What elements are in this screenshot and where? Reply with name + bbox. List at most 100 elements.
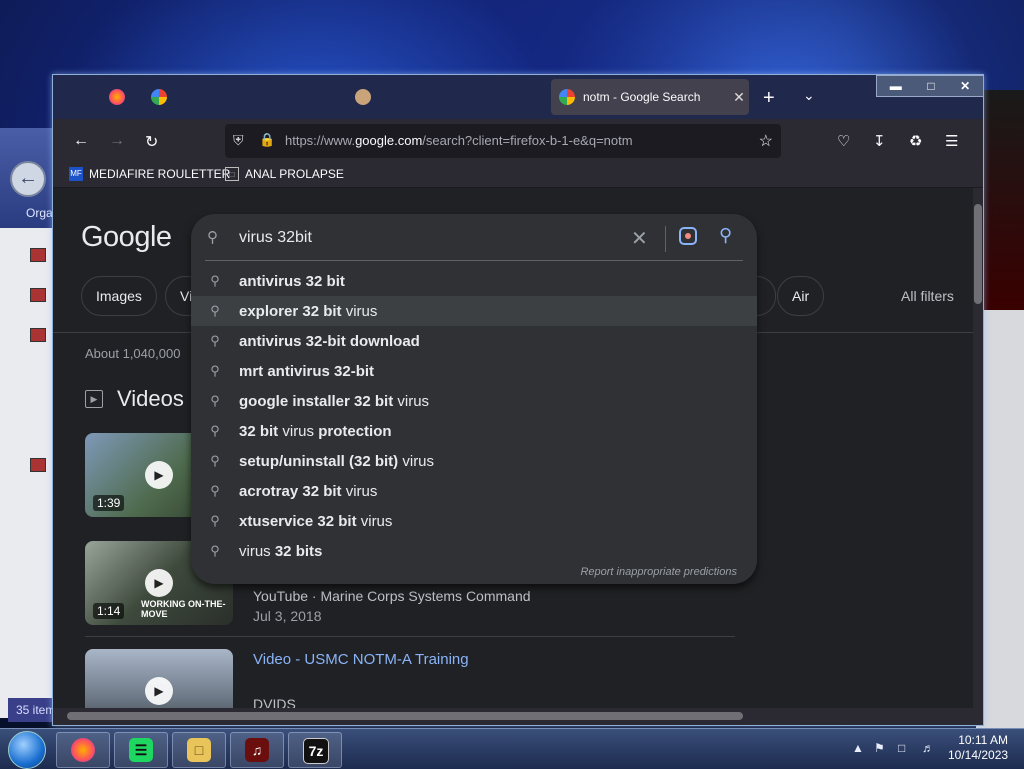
tab-firefox[interactable] — [109, 79, 125, 115]
page-content: Google Images Vi Air All filters About 1… — [53, 188, 973, 708]
search-submit-icon[interactable]: ⚲ — [719, 225, 732, 246]
minimize-icon[interactable]: ▬ — [890, 79, 902, 93]
lens-icon[interactable] — [679, 227, 697, 245]
video-source: DVIDS — [253, 696, 296, 708]
bookmark-item[interactable]: □ ANAL PROLAPSE — [225, 167, 344, 181]
divider — [85, 636, 735, 637]
tab-active[interactable]: notm - Google Search ✕ — [551, 79, 749, 115]
tab-title: notm - Google Search — [583, 90, 701, 104]
chip-images[interactable]: Images — [81, 276, 157, 316]
bookmark-item[interactable]: MF MEDIAFIRE ROULETTER — [69, 167, 230, 181]
start-button[interactable] — [8, 731, 46, 769]
flag-icon[interactable]: ⚑ — [874, 741, 885, 755]
7zip-icon: 7z — [303, 738, 329, 764]
search-icon: ⚲ — [207, 229, 218, 246]
extensions-icon[interactable]: ♻ — [909, 132, 922, 150]
firefox-window[interactable]: notm - Google Search ✕ + ⌄ ▬ □ ✕ ← → ↻ ⛨… — [52, 74, 984, 726]
folder-icon: □ — [187, 738, 211, 762]
mediafire-icon: MF — [69, 167, 83, 181]
file-icon[interactable] — [30, 248, 46, 262]
divider — [205, 260, 743, 261]
suggestion-item[interactable]: ⚲ antivirus 32-bit download — [191, 326, 757, 356]
lock-icon[interactable]: 🔒 — [259, 132, 275, 148]
google-icon — [559, 89, 575, 105]
organize-menu[interactable]: Orga — [26, 206, 53, 220]
reload-icon[interactable]: ↻ — [145, 132, 158, 152]
video-thumbnail[interactable]: ▶ — [85, 649, 233, 708]
list-tabs-icon[interactable]: ⌄ — [803, 87, 815, 104]
url-text[interactable]: https://www.google.com/search?client=fir… — [285, 133, 633, 148]
tab-strip: notm - Google Search ✕ + ⌄ ▬ □ ✕ — [53, 75, 984, 119]
suggestion-item[interactable]: ⚲ antivirus 32 bit — [191, 266, 757, 296]
download-icon[interactable]: ↧ — [873, 132, 886, 150]
scrollbar-thumb[interactable] — [974, 204, 982, 304]
bookmark-star-icon[interactable]: ☆ — [759, 131, 773, 151]
play-icon: ▶ — [145, 569, 173, 597]
video-duration: 1:14 — [93, 603, 125, 619]
tab-other[interactable] — [355, 79, 371, 115]
suggestion-item[interactable]: ⚲ xtuservice 32 bit virus — [191, 506, 757, 536]
suggestion-item[interactable]: ⚲ explorer 32 bit virus — [191, 296, 757, 326]
file-icon[interactable] — [30, 328, 46, 342]
maximize-icon[interactable]: □ — [927, 79, 934, 93]
suggestion-item[interactable]: ⚲ virus 32 bits — [191, 536, 757, 566]
winamp-icon: ♫ — [245, 738, 269, 762]
clear-icon[interactable]: ✕ — [631, 226, 648, 251]
suggestion-item[interactable]: ⚲ mrt antivirus 32-bit — [191, 356, 757, 386]
window-controls: ▬ □ ✕ — [876, 75, 984, 97]
thumbnail-overlay-text: WORKING ON-THE-MOVE — [141, 599, 226, 619]
new-tab-icon[interactable]: + — [763, 87, 775, 110]
report-predictions-link[interactable]: Report inappropriate predictions — [580, 566, 737, 578]
all-filters-button[interactable]: All filters — [901, 288, 954, 304]
pocket-icon[interactable]: ♡ — [837, 132, 850, 150]
taskbar-7zip[interactable]: 7z — [288, 732, 342, 768]
search-icon: ⚲ — [210, 453, 220, 468]
search-icon: ⚲ — [210, 273, 220, 288]
search-icon: ⚲ — [210, 303, 220, 318]
videos-heading: ▶ Videos — [85, 386, 184, 412]
menu-icon[interactable]: ☰ — [945, 132, 958, 150]
page-icon: □ — [225, 167, 239, 181]
tray-arrow-icon[interactable]: ▲ — [852, 741, 864, 755]
shield-icon[interactable]: ⛨ — [233, 132, 244, 149]
firefox-icon — [71, 738, 95, 762]
search-input[interactable]: virus 32bit — [239, 229, 312, 247]
search-icon: ⚲ — [210, 483, 220, 498]
taskbar-explorer[interactable]: □ — [172, 732, 226, 768]
bookmarks-bar: MF MEDIAFIRE ROULETTER □ ANAL PROLAPSE — [53, 163, 983, 188]
back-arrow-icon[interactable]: ← — [73, 132, 89, 150]
clock[interactable]: 10:11 AM 10/14/2023 — [948, 733, 1008, 763]
search-icon: ⚲ — [210, 423, 220, 438]
taskbar-spotify[interactable]: ☰ — [114, 732, 168, 768]
file-icon[interactable] — [30, 288, 46, 302]
search-box-dropdown[interactable]: ⚲ virus 32bit ✕ ⚲ ⚲ antivirus 32 bit ⚲ exp… — [191, 214, 757, 584]
taskbar-firefox[interactable] — [56, 732, 110, 768]
suggestion-item[interactable]: ⚲ google installer 32 bit virus — [191, 386, 757, 416]
volume-icon[interactable]: ♬ — [922, 741, 934, 755]
firefox-icon — [109, 89, 125, 105]
file-icon[interactable] — [30, 458, 46, 472]
taskbar-winamp[interactable]: ♫ — [230, 732, 284, 768]
back-icon[interactable]: ← — [10, 161, 46, 197]
forward-arrow-icon[interactable]: → — [109, 132, 125, 150]
search-icon: ⚲ — [210, 543, 220, 558]
chip-partial[interactable] — [757, 276, 776, 316]
vertical-scrollbar[interactable] — [973, 188, 983, 708]
scrollbar-thumb[interactable] — [67, 712, 743, 720]
horizontal-scrollbar[interactable] — [53, 708, 973, 722]
play-box-icon: ▶ — [85, 390, 103, 408]
suggestion-item[interactable]: ⚲ 32 bit virus protection — [191, 416, 757, 446]
play-icon: ▶ — [145, 461, 173, 489]
close-tab-icon[interactable]: ✕ — [729, 89, 749, 106]
network-icon[interactable]: □ — [898, 741, 905, 755]
suggestion-item[interactable]: ⚲ acrotray 32 bit virus — [191, 476, 757, 506]
close-window-icon[interactable]: ✕ — [960, 79, 970, 93]
video-title-link[interactable]: Video - USMC NOTM-A Training — [253, 651, 469, 668]
google-logo[interactable]: Google — [81, 221, 172, 254]
url-bar[interactable]: ⛨ 🔒 https://www.google.com/search?client… — [225, 124, 781, 158]
tab-google[interactable] — [151, 79, 167, 115]
video-date: Jul 3, 2018 — [253, 608, 322, 624]
divider — [665, 226, 666, 252]
chip-air[interactable]: Air — [777, 276, 825, 316]
suggestion-item[interactable]: ⚲ setup/uninstall (32 bit) virus — [191, 446, 757, 476]
